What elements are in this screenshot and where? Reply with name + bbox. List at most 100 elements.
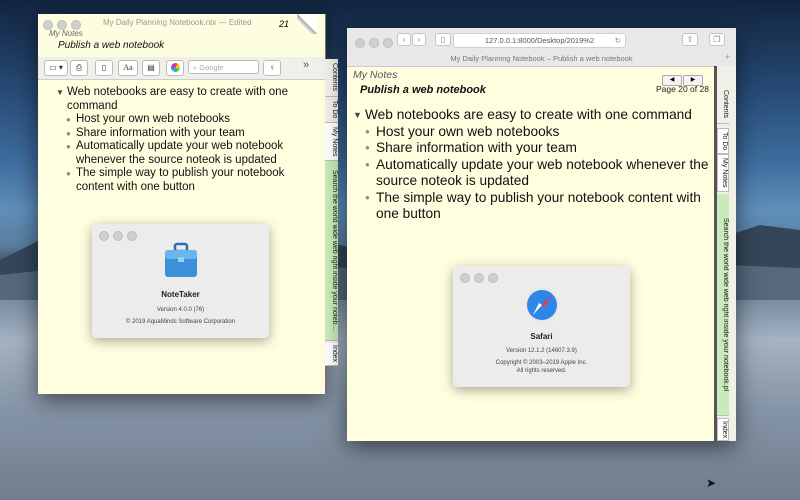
page-title: Publish a web notebook (58, 40, 165, 51)
zoom-button[interactable] (127, 231, 137, 241)
keyboard-icon: ▤ (147, 63, 155, 72)
new-page-button[interactable]: ▯ (95, 60, 113, 76)
note-content: ▼ Web notebooks are easy to create with o… (56, 86, 320, 194)
color-button[interactable] (166, 60, 184, 76)
close-button[interactable] (460, 273, 470, 283)
share-button[interactable]: ⇧ (682, 33, 698, 46)
share-icon: ⇧ (686, 35, 694, 44)
outline-item[interactable]: ● Automatically update your web notebook … (56, 140, 320, 167)
address-bar[interactable]: 127.0.0.1:8000/Desktop/2019%2 ↻ (453, 33, 626, 48)
item-text: Host your own web notebooks (76, 113, 231, 125)
zoom-button[interactable] (383, 38, 393, 48)
bullet-icon: ● (66, 115, 71, 124)
lightbulb-icon: ♀ (269, 63, 275, 72)
triangle-left-icon: ◀ (669, 77, 675, 83)
app-name: NoteTaker (161, 290, 200, 299)
toolbar-overflow-button[interactable]: » (303, 59, 309, 71)
window-controls (99, 228, 141, 248)
item-text: The simple way to publish your notebook … (76, 167, 285, 193)
item-text: Share information with your team (76, 126, 245, 139)
notebook-name: My Notes (353, 69, 398, 81)
safari-tab-strip: Contents To Do My Notes Search the world… (717, 66, 736, 441)
tab-my-notes[interactable]: My Notes (717, 154, 729, 192)
forward-button[interactable]: › (412, 33, 426, 46)
font-button[interactable]: Aa (118, 60, 138, 76)
about-safari-dialog: Safari Version 12.1.2 (14607.3.9) Copyri… (453, 266, 630, 387)
url-text: 127.0.0.1:8000/Desktop/2019%2 (484, 36, 595, 45)
keyboard-button[interactable]: ▤ (142, 60, 160, 76)
notetaker-tab-strip: Contents To Do My Notes Search the world… (325, 59, 338, 366)
close-button[interactable] (355, 38, 365, 48)
zoom-button[interactable] (488, 273, 498, 283)
tab-index[interactable]: Index (325, 343, 338, 366)
disclosure-triangle-icon[interactable]: ▼ (56, 86, 64, 100)
page-curl-icon[interactable] (297, 14, 317, 34)
app-copyright: © 2019 AquaMinds Software Corporation (125, 319, 236, 325)
sidebar-icon: ▯ (440, 35, 446, 44)
heading-text: Web notebooks are easy to create with on… (365, 107, 692, 122)
tab-search-web[interactable]: Search the world wide web right inside y… (325, 161, 338, 341)
tab-my-notes[interactable]: My Notes (325, 123, 338, 161)
bullet-icon: ● (66, 142, 71, 151)
page-title: Publish a web notebook (360, 84, 486, 96)
outline-item[interactable]: ● The simple way to publish your notebook… (56, 167, 320, 194)
app-version: Version 4.0.0 (76) (156, 307, 205, 313)
disclosure-triangle-icon[interactable]: ▼ (353, 107, 362, 124)
minimize-button[interactable] (113, 231, 123, 241)
triangle-right-icon: ▶ (690, 77, 696, 83)
tab-to-do[interactable]: To Do (325, 97, 338, 123)
page-icon: ▯ (101, 63, 107, 72)
search-field[interactable]: ⌕ Google (188, 60, 259, 74)
item-text: Automatically update your web notebook w… (376, 156, 709, 189)
tip-button[interactable]: ♀ (263, 60, 281, 76)
outline-item[interactable]: ● Host your own web notebooks (56, 113, 320, 127)
page-number: 21 (279, 19, 290, 29)
item-text: Share information with your team (376, 140, 577, 155)
safari-compass-icon (525, 288, 559, 322)
outline-heading[interactable]: ▼ Web notebooks are easy to create with o… (56, 86, 320, 113)
bullet-icon: ● (66, 128, 71, 138)
new-tab-button[interactable]: + (725, 52, 730, 62)
app-rights: All rights reserved. (516, 368, 567, 374)
color-wheel-icon (170, 63, 180, 72)
bullet-icon: ● (365, 159, 370, 169)
window-title: My Daily Planning Notebook.ntx — Edited (103, 18, 252, 27)
web-note-content: ▼ Web notebooks are easy to create with o… (353, 107, 715, 223)
app-name: Safari (530, 332, 553, 341)
mouse-cursor-icon: ➤ (706, 476, 717, 490)
chevron-left-icon: ‹ (402, 35, 406, 44)
toolbar: ▭ ▾ ⎙ ▯ Aa ▤ ⌕ Google ♀ » (38, 57, 325, 80)
app-copyright: Copyright © 2003–2019 Apple Inc. (495, 360, 588, 366)
tab-contents[interactable]: Contents (325, 59, 338, 97)
printer-icon: ⎙ (75, 63, 83, 72)
outline-item[interactable]: ● Share information with your team (56, 127, 320, 141)
heading-text: Web notebooks are easy to create with on… (67, 86, 288, 112)
minimize-button[interactable] (369, 38, 379, 48)
tab-contents[interactable]: Contents (717, 86, 729, 124)
minimize-button[interactable] (474, 273, 484, 283)
sidebar-button[interactable]: ▯ (435, 33, 451, 46)
browser-chrome: ‹ › ▯ 127.0.0.1:8000/Desktop/2019%2 ↻ ⇧ … (347, 28, 736, 67)
item-text: The simple way to publish your notebook … (376, 189, 701, 222)
reload-icon[interactable]: ↻ (615, 34, 621, 47)
bullet-icon: ● (66, 169, 71, 178)
notetaker-briefcase-icon (165, 242, 197, 277)
tab-to-do[interactable]: To Do (717, 128, 729, 154)
tab-title[interactable]: My Daily Planning Notebook – Publish a w… (347, 51, 736, 66)
page-indicator: Page 20 of 28 (656, 84, 709, 94)
print-button[interactable]: ⎙ (70, 60, 88, 76)
tab-index[interactable]: Index (717, 418, 729, 441)
outline-heading: ▼ Web notebooks are easy to create with o… (353, 107, 715, 124)
close-button[interactable] (99, 231, 109, 241)
tabs-overview-button[interactable]: ❐ (709, 33, 725, 46)
outline-item: ● Share information with your team (353, 140, 715, 157)
notebook-name: My Notes (49, 29, 83, 38)
window-controls (460, 270, 502, 290)
outline-item: ● Automatically update your web notebook … (353, 157, 715, 190)
about-notetaker-dialog: NoteTaker Version 4.0.0 (76) © 2019 Aqua… (92, 224, 269, 338)
tab-search-web[interactable]: Search the world wide web right inside y… (717, 194, 729, 416)
item-text: Automatically update your web notebook w… (76, 140, 284, 166)
back-button[interactable]: ‹ (397, 33, 411, 46)
view-menu-button[interactable]: ▭ ▾ (44, 60, 68, 76)
tabs-icon: ❐ (713, 35, 721, 44)
